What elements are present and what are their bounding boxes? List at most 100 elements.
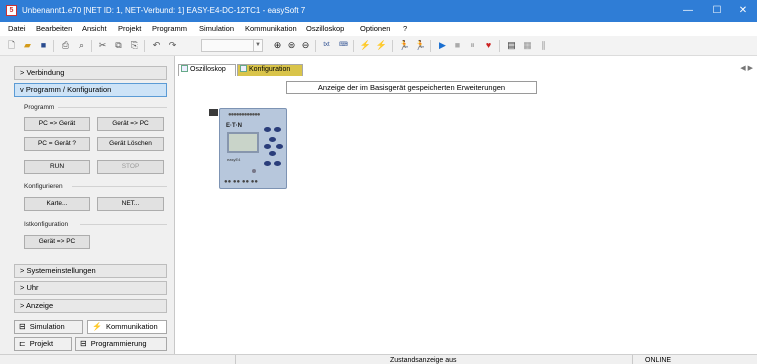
group-label-programm: Programm <box>24 104 55 111</box>
actual-config-device-to-pc-button[interactable]: Gerät => PC <box>24 235 90 249</box>
print-icon[interactable]: ⎙ <box>59 39 72 52</box>
minimize-button[interactable]: — <box>674 0 702 22</box>
device-keypad <box>264 127 286 169</box>
grid-icon[interactable]: ▦ <box>521 39 534 52</box>
window-title: Unbenannt1.e70 [NET ID: 1, NET-Verbund: … <box>22 6 306 15</box>
device-key <box>269 151 276 156</box>
tab-projekt[interactable]: ⊏ Projekt <box>14 337 72 351</box>
stop-button[interactable]: STOP <box>97 160 164 174</box>
tab-simulation[interactable]: ⊟ Simulation <box>14 320 83 334</box>
project-panel: > Verbindung v Programm / Konfiguration … <box>0 56 175 354</box>
paste-icon[interactable]: ⎘ <box>128 39 141 52</box>
device-to-pc-button[interactable]: Gerät => PC <box>97 117 164 131</box>
tab-programmierung[interactable]: ⊟ Programmierung <box>75 337 167 351</box>
tab-kommunikation[interactable]: ⚡ Kommunikation <box>87 320 167 334</box>
connect-icon[interactable]: ⚡ <box>359 39 372 52</box>
cut-icon[interactable]: ✂ <box>96 39 109 52</box>
toolbar-separator <box>315 40 316 52</box>
tab-konfiguration[interactable]: Konfiguration <box>237 64 303 76</box>
group-divider <box>72 186 167 187</box>
toolbar-separator <box>430 40 431 52</box>
menu-datei[interactable]: Datei <box>8 24 26 34</box>
tab-simulation-label: Simulation <box>29 322 65 331</box>
menu-ansicht[interactable]: Ansicht <box>82 24 107 34</box>
columns-icon[interactable]: ∥ <box>537 39 550 52</box>
accordion-uhr[interactable]: > Uhr <box>14 281 167 295</box>
pc-to-device-button[interactable]: PC => Gerät <box>24 117 90 131</box>
delete-device-button[interactable]: Gerät Löschen <box>97 137 164 151</box>
stop-icon[interactable]: ■ <box>451 39 464 52</box>
play-icon[interactable]: ▶ <box>436 39 449 52</box>
net-button[interactable]: NET... <box>97 197 164 211</box>
zoom-in-icon[interactable]: ⊕ <box>271 39 284 52</box>
run-button[interactable]: RUN <box>24 160 90 174</box>
accordion-anzeige[interactable]: > Anzeige <box>14 299 167 313</box>
accordion-systemeinstellungen[interactable]: > Systemeinstellungen <box>14 264 167 278</box>
close-button[interactable]: ✕ <box>729 0 757 22</box>
device-logo: E·T·N <box>226 123 242 129</box>
compare-button[interactable]: PC = Gerät ? <box>24 137 90 151</box>
group-divider <box>58 107 167 108</box>
tab-oszilloskop[interactable]: Oszilloskop <box>178 64 236 76</box>
toolbar-separator <box>144 40 145 52</box>
menu-simulation[interactable]: Simulation <box>199 24 234 34</box>
report-icon[interactable]: ▤ <box>505 39 518 52</box>
device-key <box>264 144 271 149</box>
status-divider <box>235 355 236 364</box>
device-model-label: easyE4 <box>227 157 241 162</box>
device-key <box>276 144 283 149</box>
copy-icon[interactable]: ⧉ <box>112 39 125 52</box>
undo-icon[interactable]: ↶ <box>150 39 163 52</box>
configuration-canvas: Anzeige der im Basisgerät gespeicherten … <box>176 76 757 354</box>
tab-programmierung-label: Programmierung <box>90 339 147 348</box>
tab-scroll-arrows[interactable]: ◀ ▶ <box>740 64 753 72</box>
menu-bearbeiten[interactable]: Bearbeiten <box>36 24 72 34</box>
title-bar: 5 Unbenannt1.e70 [NET ID: 1, NET-Verbund… <box>0 0 757 22</box>
menu-kommunikation[interactable]: Kommunikation <box>245 24 297 34</box>
disconnect-icon[interactable]: ⚡ <box>375 39 388 52</box>
toolbar-separator <box>499 40 500 52</box>
status-center: Zustandsanzeige aus <box>390 357 457 364</box>
device-key <box>264 127 271 132</box>
menu-projekt[interactable]: Projekt <box>118 24 141 34</box>
zoom-out-icon[interactable]: ⊖ <box>299 39 312 52</box>
accordion-verbindung[interactable]: > Verbindung <box>14 66 167 80</box>
menu-programm[interactable]: Programm <box>152 24 187 34</box>
tab-kommunikation-label: Kommunikation <box>105 322 158 331</box>
key-icon[interactable]: ⌨ <box>337 39 350 52</box>
open-icon[interactable]: ▰ <box>21 39 34 52</box>
status-bar: Zustandsanzeige aus ONLINE <box>0 354 757 364</box>
zoom-combo[interactable]: ▼ <box>201 39 263 52</box>
device-key <box>264 161 271 166</box>
tab-oszilloskop-label: Oszilloskop <box>190 66 226 73</box>
group-label-konfigurieren: Konfigurieren <box>24 183 63 190</box>
run-gray-icon[interactable]: 🏃 <box>414 39 427 52</box>
trace-icon[interactable]: ♥ <box>482 39 495 52</box>
tab-projekt-label: Projekt <box>29 339 54 348</box>
document-tabs: Oszilloskop Konfiguration ◀ ▶ <box>176 60 757 76</box>
easy-device[interactable]: ●●●●●●●●●●●● E·T·N easyE4 ●● ●● ●● ●● <box>209 108 287 189</box>
menu-help[interactable]: ? <box>403 24 407 34</box>
save-icon[interactable]: ■ <box>37 39 50 52</box>
new-icon[interactable]: 🗋 <box>5 39 18 52</box>
collapse-icon[interactable] <box>209 109 218 116</box>
run-green-icon[interactable]: 🏃 <box>398 39 411 52</box>
print-preview-icon[interactable]: ⌕ <box>75 39 88 52</box>
zoom-reset-icon[interactable]: ⊜ <box>285 39 298 52</box>
status-online: ONLINE <box>645 357 672 364</box>
accordion-programm-konfiguration[interactable]: v Programm / Konfiguration <box>14 83 167 97</box>
chevron-down-icon[interactable]: ▼ <box>253 40 262 51</box>
projekt-icon: ⊏ <box>19 339 26 348</box>
info-label: Anzeige der im Basisgerät gespeicherten … <box>286 81 537 94</box>
device-key <box>269 137 276 142</box>
maximize-button[interactable]: ☐ <box>703 0 731 22</box>
text-icon[interactable]: txt <box>320 39 333 52</box>
pause-icon[interactable]: ⏸ <box>466 39 479 52</box>
device-led <box>252 169 256 173</box>
card-button[interactable]: Karte... <box>24 197 90 211</box>
menu-oszilloskop[interactable]: Oszilloskop <box>306 24 344 34</box>
app-icon: 5 <box>6 5 17 16</box>
oszilloskop-icon <box>181 65 188 72</box>
menu-optionen[interactable]: Optionen <box>360 24 390 34</box>
redo-icon[interactable]: ↷ <box>166 39 179 52</box>
